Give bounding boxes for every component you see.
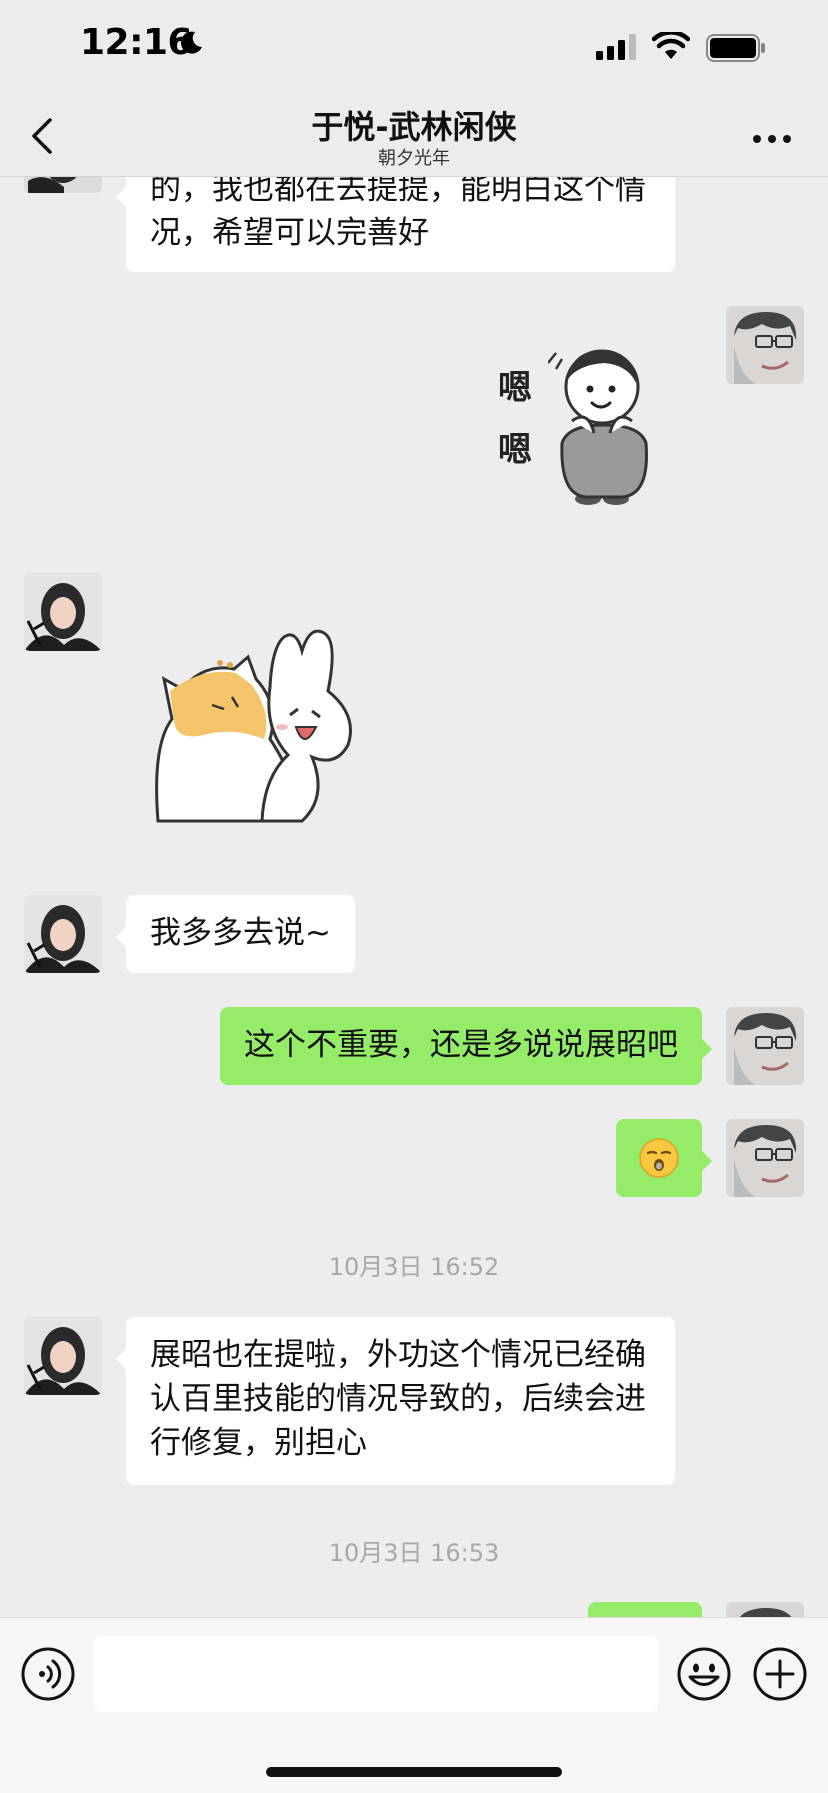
incoming-message[interactable]: 的，我也都在去提提，能明白这个情况，希望可以完善好 <box>116 177 675 272</box>
voice-icon[interactable] <box>20 1646 76 1706</box>
chat-subtitle: 朝夕光年 <box>378 148 450 169</box>
chat-header: 于悦-武林闲侠 朝夕光年 <box>0 100 828 177</box>
contact-avatar[interactable] <box>24 1317 102 1395</box>
message-list[interactable]: 的，我也都在去提提，能明白这个情况，希望可以完善好 嗯嗯 我多多去说~ 这个不重… <box>0 177 828 1617</box>
sticker-caption: 嗯嗯 <box>498 368 532 470</box>
message-text: 展昭也在提啦，外功这个情况已经确认百里技能的情况导致的，后续会进行修复，别担心 <box>150 1337 646 1461</box>
outgoing-message[interactable]: 这个不重要，还是多说说展昭吧 <box>220 1007 712 1085</box>
incoming-message[interactable]: 展昭也在提啦，外功这个情况已经确认百里技能的情况导致的，后续会进行修复，别担心 <box>116 1317 675 1485</box>
home-indicator[interactable] <box>266 1767 562 1777</box>
message-input[interactable] <box>94 1636 658 1712</box>
outgoing-message[interactable] <box>616 1119 712 1197</box>
contact-avatar[interactable] <box>24 895 102 973</box>
message-text: 我多多去说~ <box>150 915 331 951</box>
moon-icon <box>178 30 204 60</box>
cellular-signal-icon <box>596 34 640 64</box>
contact-avatar[interactable] <box>24 177 102 193</box>
plus-icon[interactable] <box>752 1646 808 1706</box>
contact-avatar[interactable] <box>24 573 102 651</box>
cat-rabbit-hug-sticker-image[interactable] <box>152 627 384 827</box>
message-text: 的，我也都在去提提，能明白这个情况，希望可以完善好 <box>150 177 646 251</box>
sigh-emoji-icon <box>638 1137 680 1191</box>
message-timestamp: 10月3日 16:52 <box>328 1253 500 1281</box>
message-timestamp: 10月3日 16:53 <box>328 1539 500 1567</box>
outgoing-message[interactable] <box>588 1602 702 1617</box>
my-avatar[interactable] <box>726 1602 804 1617</box>
wifi-icon <box>651 30 691 64</box>
status-bar: 12:16 <box>0 0 828 100</box>
emoji-icon[interactable] <box>676 1646 732 1706</box>
input-bar <box>0 1617 828 1793</box>
my-avatar[interactable] <box>726 1119 804 1197</box>
thumbs-sticker-image[interactable] <box>547 339 660 509</box>
my-avatar[interactable] <box>726 1007 804 1085</box>
my-avatar[interactable] <box>726 306 804 384</box>
more-dots-icon[interactable] <box>752 130 792 149</box>
status-time: 12:16 <box>80 22 193 63</box>
battery-icon <box>706 34 766 66</box>
incoming-message[interactable]: 我多多去说~ <box>116 895 355 973</box>
message-text: 这个不重要，还是多说说展昭吧 <box>244 1027 678 1063</box>
chat-title: 于悦-武林闲侠 <box>311 108 517 146</box>
